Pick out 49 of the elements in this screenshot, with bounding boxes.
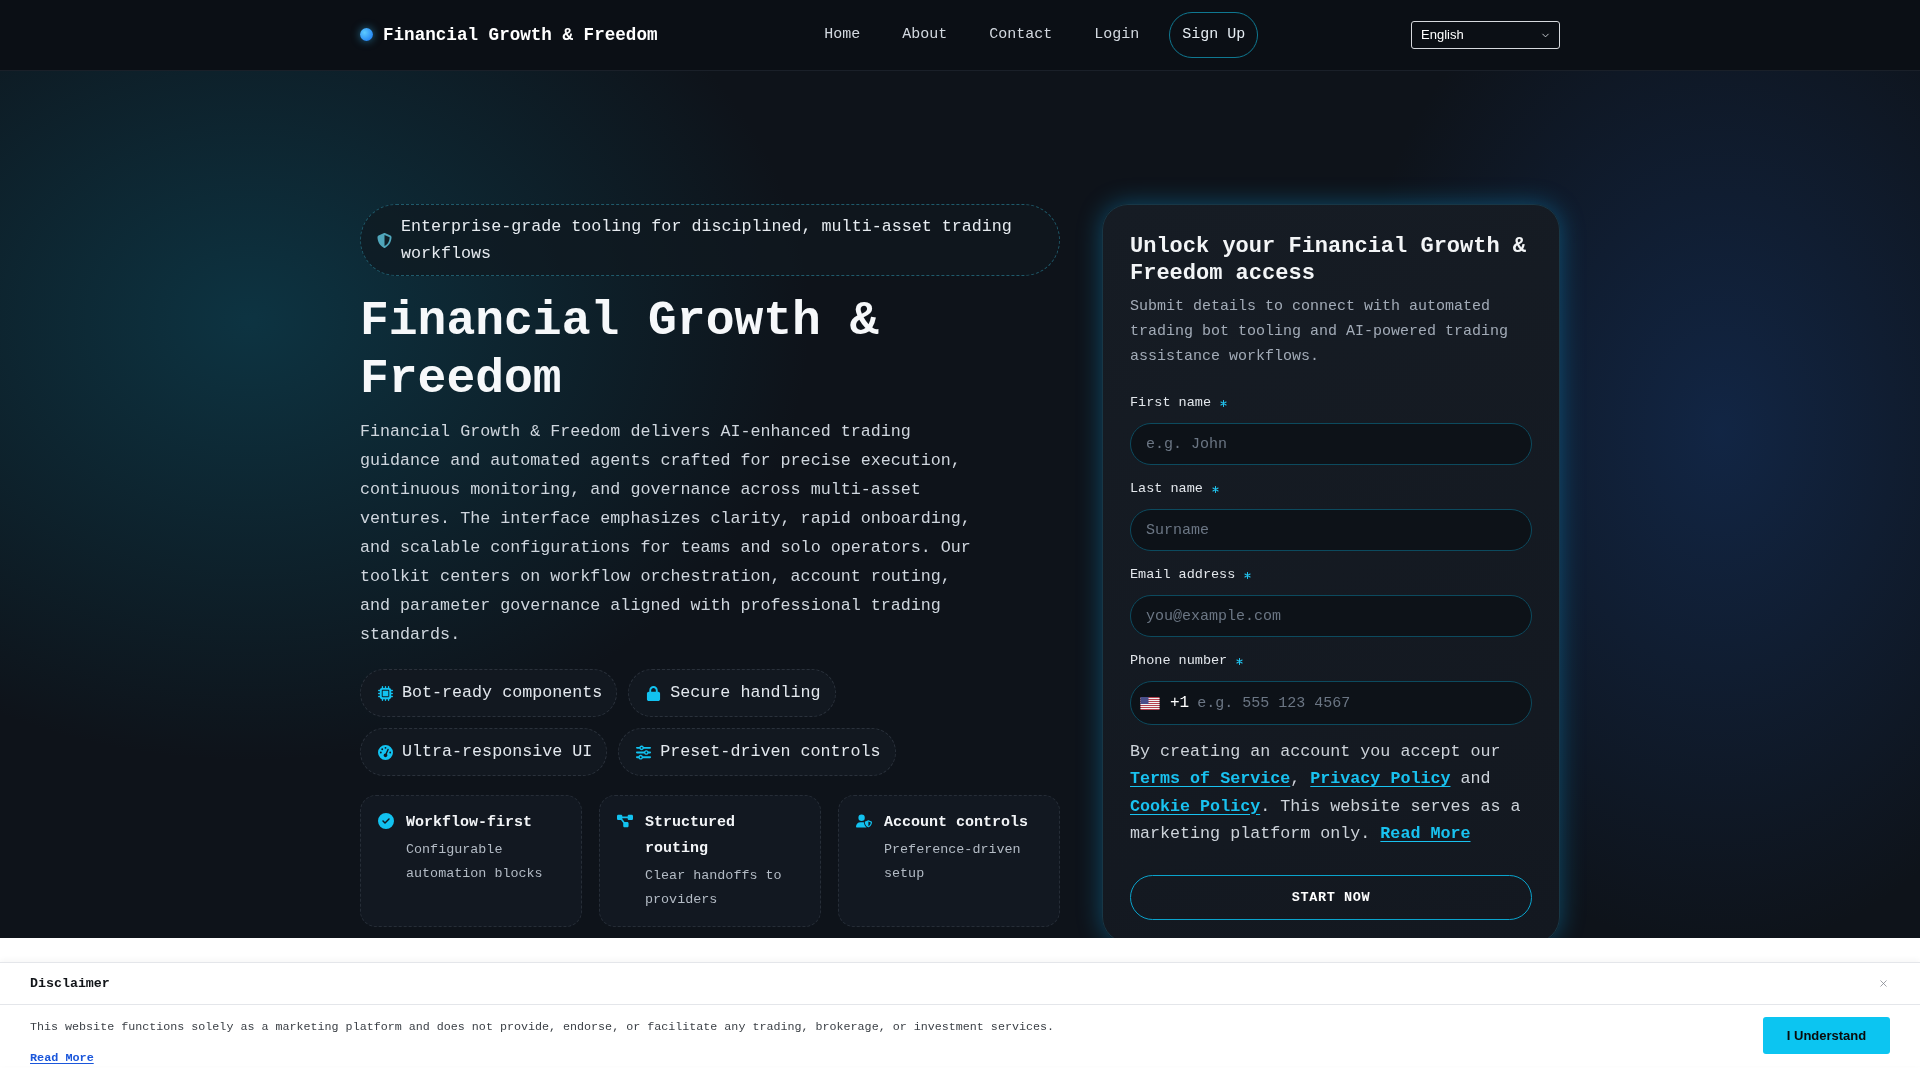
feature-label: Ultra-responsive UI [402, 741, 593, 764]
field-label: First name [1130, 394, 1211, 412]
close-icon [1877, 978, 1889, 989]
field-label: Phone number [1130, 652, 1228, 670]
consent-text: By creating an account you accept our Terms of Service, Privacy Policy and Cookie Policy. This website serves as a marketing platform only. Read More [1130, 741, 1522, 845]
phone-input[interactable]: e.g. 555 123 4567 [1197, 688, 1516, 718]
inline-link[interactable]: Privacy Policy [1310, 769, 1451, 789]
nav-link[interactable]: About [902, 25, 948, 45]
user-shield-icon [856, 813, 872, 830]
input-field[interactable]: you@example.com [1130, 595, 1532, 637]
nav-link[interactable]: Contact [989, 25, 1053, 45]
chip-icon [378, 685, 393, 701]
gauge-icon [378, 744, 393, 760]
hero-title: Financial Growth & Freedom [360, 293, 880, 408]
nav-link[interactable]: Home [824, 25, 861, 45]
understand-button[interactable]: I Understand [1763, 1017, 1890, 1054]
phone-field[interactable]: +1 e.g. 555 123 4567 [1130, 681, 1532, 725]
card-description: Preference-driven setup [884, 840, 1022, 884]
card-title: Workflow-first [406, 813, 534, 834]
disclaimer-text: This website functions solely as a marketing platform and does not provide, endorse, or facilitate any trading, brokerage, or investment services. [30, 1019, 1054, 1036]
field-label: Last name [1130, 480, 1203, 498]
brand-name: Financial Growth & Freedom [383, 23, 658, 47]
lock-icon [646, 685, 662, 701]
form-subtitle: Submit details to connect with automated trading bot tooling and AI-powered trading assistance workflows. [1130, 297, 1510, 367]
feature-label: Preset-driven controls [660, 741, 881, 764]
language-select[interactable]: English [1411, 21, 1560, 49]
input-field[interactable]: e.g. John [1130, 423, 1532, 465]
us-flag-icon [1140, 696, 1160, 710]
shield-icon [377, 232, 392, 248]
inline-link[interactable]: Terms of Service [1130, 769, 1291, 789]
field-label: Email address [1130, 566, 1236, 584]
sliders-icon [636, 744, 652, 760]
disclaimer-title: Disclaimer [30, 974, 110, 993]
feature-label: Secure handling [670, 682, 821, 705]
inline-link[interactable]: Cookie Policy [1130, 796, 1261, 816]
read-more-link[interactable]: Read More [30, 1050, 94, 1066]
card-description: Configurable automation blocks [406, 840, 544, 884]
card-title: Structured routing [645, 813, 736, 859]
input-field[interactable]: Surname [1130, 509, 1532, 551]
hero-description: Financial Growth & Freedom delivers AI-enhanced trading guidance and automated agents crafted for precise execution, continuous monitoring, and governance across multi-asset ventures. The interface emphasizes clarity, rapid onboarding, and scalable configurations for teams and solo operators. Our toolkit centers on workflow orchestration, account routing, and parameter governance aligned with professional trading standards. [360, 421, 972, 647]
card-description: Clear handoffs to providers [645, 866, 783, 910]
country-code: +1 [1170, 693, 1190, 714]
inline-link[interactable]: Read More [1380, 823, 1471, 843]
form-title: Unlock your Financial Growth & Freedom access [1130, 233, 1528, 287]
diagram-icon [617, 813, 633, 830]
nav-link[interactable]: Login [1094, 25, 1140, 45]
feature-label: Bot-ready components [402, 682, 603, 705]
card-title: Account controls [884, 813, 1030, 834]
tagline-text: Enterprise-grade tooling for disciplined, multi-asset trading workflows [401, 216, 1013, 265]
